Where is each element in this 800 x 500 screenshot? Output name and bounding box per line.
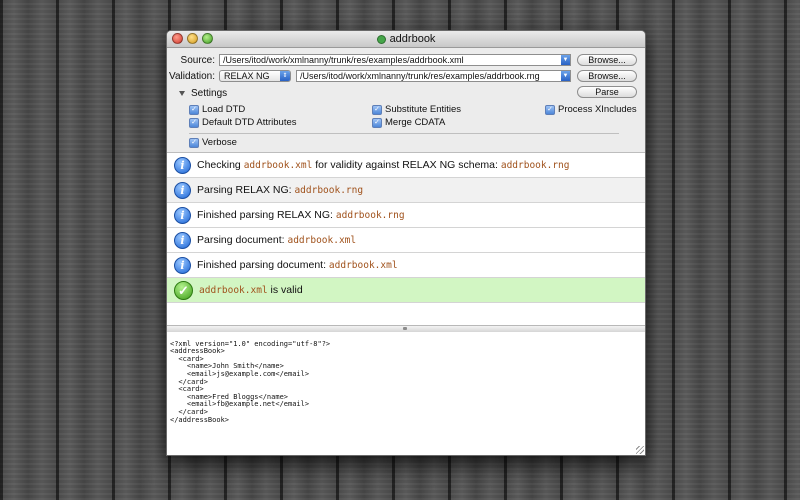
substitute-entities-label: Substitute Entities (385, 104, 462, 115)
log-message: Parsing document: addrbook.xml (197, 234, 357, 246)
log-message: Parsing RELAX NG: addrbook.rng (197, 184, 364, 196)
process-xincludes-checkbox[interactable]: ✓ Process XIncludes (545, 104, 637, 115)
minimize-window-button[interactable] (187, 33, 198, 44)
log-row[interactable]: i Checking addrbook.xml for validity aga… (167, 153, 645, 178)
splitter-grip-icon[interactable] (403, 327, 407, 330)
settings-disclosure[interactable]: Settings (179, 88, 227, 99)
checkmark-icon[interactable]: ✓ (372, 117, 382, 128)
log-row[interactable]: i Finished parsing RELAX NG: addrbook.rn… (167, 203, 645, 228)
info-icon: i (174, 181, 191, 199)
parse-button[interactable]: Parse (577, 86, 637, 98)
window-title: addrbook (389, 33, 436, 45)
log-row[interactable]: i Finished parsing document: addrbook.xm… (167, 253, 645, 278)
info-icon: i (174, 231, 191, 249)
checkmark-icon[interactable]: ✓ (545, 104, 555, 115)
schema-path-combo[interactable]: /Users/itod/work/xmlnanny/trunk/res/exam… (296, 70, 571, 82)
addrbook-window: addrbook Source: /Users/itod/work/xmlnan… (166, 30, 646, 456)
checkmark-icon[interactable]: ✓ (189, 117, 199, 128)
resize-grip-icon[interactable] (636, 446, 644, 454)
merge-cdata-label: Merge CDATA (385, 117, 446, 128)
source-line: </addressBook> (170, 415, 230, 424)
title-bar[interactable]: addrbook (167, 31, 645, 48)
log-row[interactable]: i Parsing RELAX NG: addrbook.rng (167, 178, 645, 203)
checkmark-icon[interactable]: ✓ (189, 137, 199, 148)
schema-type-value: RELAX NG (224, 71, 270, 81)
substitute-entities-checkbox[interactable]: ✓ Substitute Entities (372, 104, 461, 115)
disclosure-triangle-icon[interactable] (179, 91, 185, 96)
schema-type-select[interactable]: RELAX NG ⇕ (219, 70, 291, 82)
info-icon: i (174, 256, 191, 274)
validation-row: Validation: RELAX NG ⇕ /Users/itod/work/… (167, 70, 571, 82)
source-path-combo[interactable]: /Users/itod/work/xmlnanny/trunk/res/exam… (219, 54, 571, 66)
settings-label: Settings (191, 88, 228, 99)
load-dtd-label: Load DTD (202, 104, 246, 115)
source-browse-button[interactable]: Browse... (577, 54, 637, 66)
document-icon (376, 34, 386, 44)
default-dtd-attributes-label: Default DTD Attributes (202, 117, 297, 128)
source-path-text: /Users/itod/work/xmlnanny/trunk/res/exam… (223, 55, 464, 65)
schema-browse-button[interactable]: Browse... (577, 70, 637, 82)
settings-divider (189, 133, 619, 134)
load-dtd-checkbox[interactable]: ✓ Load DTD (189, 104, 245, 115)
message-log[interactable]: i Checking addrbook.xml for validity aga… (167, 152, 645, 327)
merge-cdata-checkbox[interactable]: ✓ Merge CDATA (372, 117, 445, 128)
log-message: addrbook.xml is valid (199, 284, 303, 296)
window-title-wrap: addrbook (376, 31, 436, 47)
default-dtd-attributes-checkbox[interactable]: ✓ Default DTD Attributes (189, 117, 297, 128)
checkmark-icon[interactable]: ✓ (372, 104, 382, 115)
info-icon: i (174, 206, 191, 224)
check-circle-icon: ✓ (174, 280, 193, 300)
window-controls (172, 33, 213, 44)
zoom-window-button[interactable] (202, 33, 213, 44)
log-message: Checking addrbook.xml for validity again… (197, 159, 570, 171)
source-row: Source: /Users/itod/work/xmlnanny/trunk/… (167, 54, 571, 66)
schema-combo-arrow-icon[interactable]: ▼ (561, 71, 570, 81)
log-message: Finished parsing document: addrbook.xml (197, 259, 398, 271)
schema-path-text: /Users/itod/work/xmlnanny/trunk/res/exam… (300, 71, 540, 81)
xml-source-view[interactable]: <?xml version="1.0" encoding="utf-8"?> <… (167, 332, 645, 455)
log-message: Finished parsing RELAX NG: addrbook.rng (197, 209, 405, 221)
verbose-label: Verbose (202, 137, 237, 148)
checkmark-icon[interactable]: ✓ (189, 104, 199, 115)
source-label: Source: (180, 54, 215, 66)
log-row-success[interactable]: ✓ addrbook.xml is valid (167, 278, 645, 303)
schema-select-arrows-icon: ⇕ (280, 71, 290, 81)
validation-label: Validation: (169, 70, 215, 82)
source-combo-arrow-icon[interactable]: ▼ (561, 55, 570, 65)
verbose-checkbox[interactable]: ✓ Verbose (189, 137, 237, 148)
process-xincludes-label: Process XIncludes (558, 104, 637, 115)
info-icon: i (174, 156, 191, 174)
close-window-button[interactable] (172, 33, 183, 44)
log-row[interactable]: i Parsing document: addrbook.xml (167, 228, 645, 253)
